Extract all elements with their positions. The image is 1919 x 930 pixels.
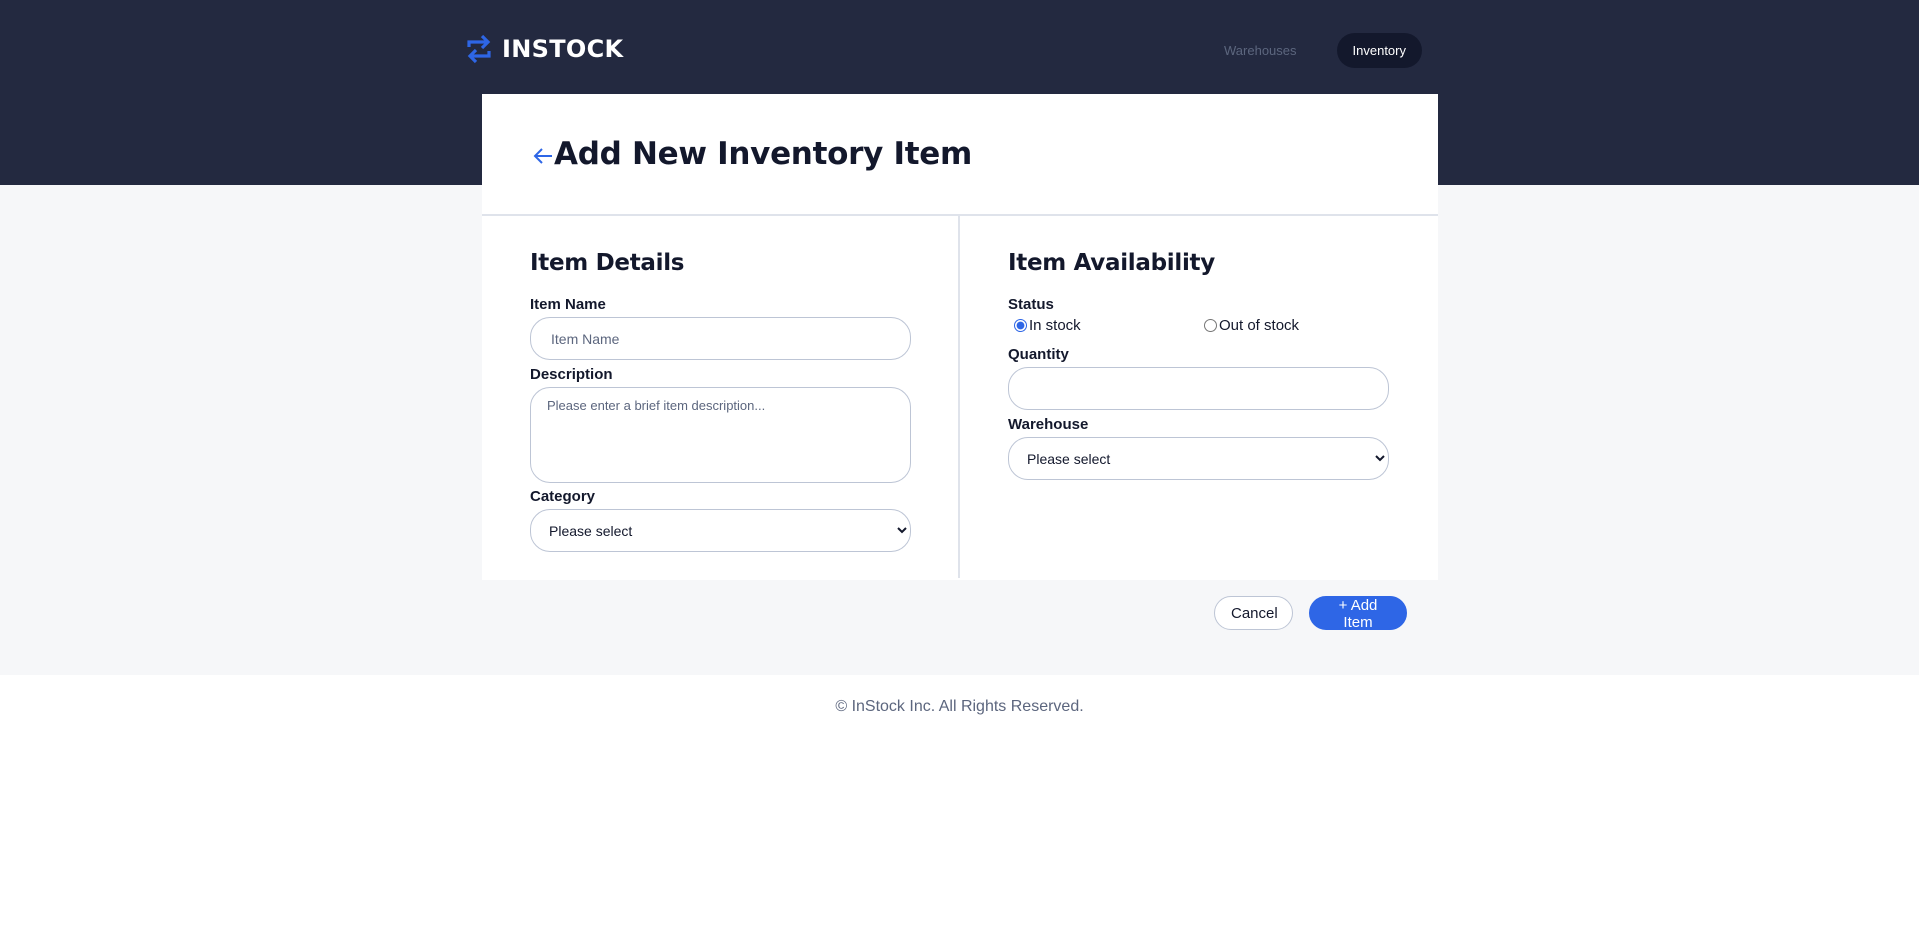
warehouse-select[interactable]: Please select	[1008, 437, 1389, 480]
quantity-label: Quantity	[1008, 346, 1069, 363]
main-nav: Warehouses Inventory	[1208, 33, 1422, 68]
status-radio-group: In stock Out of stock	[1008, 317, 1390, 334]
cancel-button[interactable]: Cancel	[1214, 596, 1293, 630]
form-body: Item Details Item Name Description Categ…	[482, 216, 1438, 578]
item-details-title: Item Details	[530, 250, 685, 276]
nav-inventory[interactable]: Inventory	[1336, 33, 1422, 68]
description-label: Description	[530, 366, 613, 383]
item-name-input[interactable]	[530, 317, 911, 360]
item-details-section: Item Details Item Name Description Categ…	[482, 216, 960, 578]
item-availability-title: Item Availability	[1008, 250, 1215, 276]
form-actions: Cancel + Add Item	[1214, 596, 1407, 631]
logo-text: INSTOCK	[502, 35, 624, 63]
footer: © InStock Inc. All Rights Reserved.	[0, 698, 1919, 716]
status-in-stock-radio[interactable]	[1014, 319, 1027, 332]
add-inventory-card: Add New Inventory Item Item Details Item…	[482, 94, 1438, 580]
category-label: Category	[530, 488, 596, 505]
status-out-of-stock-label: Out of stock	[1219, 317, 1300, 334]
card-header: Add New Inventory Item	[482, 94, 1438, 216]
status-out-of-stock-radio[interactable]	[1204, 319, 1217, 332]
add-item-button[interactable]: + Add Item	[1309, 596, 1407, 631]
warehouse-label: Warehouse	[1008, 416, 1089, 433]
status-label: Status	[1008, 296, 1054, 313]
item-name-label: Item Name	[530, 296, 606, 313]
status-in-stock-option[interactable]: In stock	[1008, 317, 1198, 334]
quantity-input[interactable]	[1008, 367, 1389, 410]
arrow-left-icon[interactable]	[532, 145, 554, 167]
status-in-stock-label: In stock	[1029, 317, 1081, 334]
nav-warehouses[interactable]: Warehouses	[1208, 33, 1313, 68]
status-out-of-stock-option[interactable]: Out of stock	[1198, 317, 1299, 334]
site-header: INSTOCK Warehouses Inventory	[0, 0, 1919, 94]
category-select[interactable]: Please select	[530, 509, 911, 552]
swap-arrows-icon	[467, 34, 491, 64]
page-title: Add New Inventory Item	[554, 136, 972, 172]
description-textarea[interactable]	[530, 387, 911, 483]
logo[interactable]: INSTOCK	[466, 34, 623, 64]
item-availability-section: Item Availability Status In stock Out of…	[960, 216, 1438, 578]
copyright-text: © InStock Inc. All Rights Reserved.	[835, 698, 1084, 715]
